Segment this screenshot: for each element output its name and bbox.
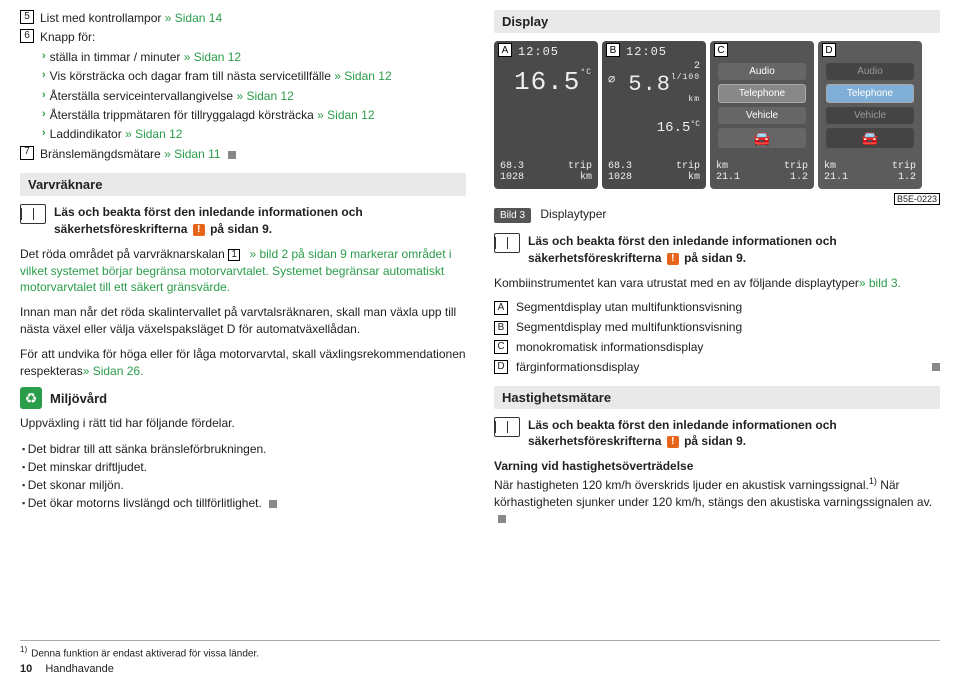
eco-intro: Uppväxling i rätt tid har följande förde… xyxy=(20,415,466,432)
footnote: 1)Denna funktion är endast aktiverad för… xyxy=(20,640,940,659)
chevron-icon: › xyxy=(42,126,46,142)
book-icon xyxy=(494,233,520,253)
menu-audio: Audio xyxy=(826,63,914,80)
fig-link[interactable]: » bild 3. xyxy=(859,276,901,290)
page-link[interactable]: » Sidan 12 xyxy=(236,89,293,103)
warning-icon: ! xyxy=(667,436,679,448)
menu-vehicle: Vehicle xyxy=(718,107,806,124)
page-link[interactable]: » Sidan 12 xyxy=(317,108,374,122)
warning-icon: ! xyxy=(193,224,205,236)
legend-item-7: 7 Bränslemängdsmätare » Sidan 11 xyxy=(20,146,466,163)
bullet: Det skonar miljön. xyxy=(22,476,466,494)
end-marker-icon xyxy=(269,500,277,508)
menu-telephone: Telephone xyxy=(826,84,914,103)
page-link[interactable]: » Sidan 11 xyxy=(164,147,221,161)
display-panel-d: D Audio Telephone Vehicle 🚘 kmtrip 21.11… xyxy=(818,41,922,189)
menu-telephone: Telephone xyxy=(718,84,806,103)
page-link[interactable]: » Sidan 12 xyxy=(125,127,182,141)
page-number: 10 xyxy=(20,663,32,675)
warning-icon: ! xyxy=(667,253,679,265)
chevron-icon: › xyxy=(42,107,46,123)
page-link[interactable]: » Sidan 26. xyxy=(83,364,144,378)
panel-label-d: D xyxy=(822,43,836,57)
end-marker-icon xyxy=(932,363,940,371)
type-label-b: B xyxy=(494,321,508,335)
figure-code: B5E-0223 xyxy=(894,193,940,205)
chevron-icon: › xyxy=(42,49,46,65)
legend-text: List med kontrollampor xyxy=(40,11,161,25)
display-panel-c: C Audio Telephone Vehicle 🚘 kmtrip 21.11… xyxy=(710,41,814,189)
page-link[interactable]: » Sidan 12 xyxy=(334,69,391,83)
end-marker-icon xyxy=(498,515,506,523)
sublist: ›ställa in timmar / minuter » Sidan 12 ›… xyxy=(42,49,466,144)
left-column: 5 List med kontrollampor » Sidan 14 6 Kn… xyxy=(20,10,466,535)
bullet: Det minskar driftljudet. xyxy=(22,458,466,476)
car-icon: 🚘 xyxy=(718,128,806,148)
legend-text: Bränslemängdsmätare xyxy=(40,147,161,161)
chevron-icon: › xyxy=(42,88,46,104)
eco-icon: ♻ xyxy=(20,387,42,409)
bullet-row: Det ökar motorns livslängd och tillförli… xyxy=(20,494,466,512)
legend-text: Knapp för: xyxy=(40,29,466,46)
panel-label-a: A xyxy=(498,43,512,57)
paragraph: Det röda området på varvräknarskalan 1 »… xyxy=(20,246,466,296)
footnote-marker: 1) xyxy=(869,476,877,486)
right-column: Display A 12:05 16.5°C 68.3trip 1028km B… xyxy=(494,10,940,535)
safety-note: Läs och beakta först den inledande infor… xyxy=(494,417,940,451)
legend-num-6: 6 xyxy=(20,29,34,43)
panel-label-c: C xyxy=(714,43,728,57)
book-icon xyxy=(494,417,520,437)
book-icon xyxy=(20,204,46,224)
legend-num-7: 7 xyxy=(20,146,34,160)
speed-warning: Varning vid hastighetsöverträdelse När h… xyxy=(494,458,940,527)
section-varvraknare: Varvräknare xyxy=(20,173,466,196)
figure-display-types: A 12:05 16.5°C 68.3trip 1028km B 12:05 2… xyxy=(494,41,940,189)
paragraph: För att undvika för höga eller för låga … xyxy=(20,346,466,380)
section-display: Display xyxy=(494,10,940,33)
figure-caption: Bild 3 Displaytyper xyxy=(494,207,940,223)
display-panel-b: B 12:05 2 ⌀5.8l/100 km 16.5°C 68.3trip 1… xyxy=(602,41,706,189)
paragraph: Innan man når det röda skalintervallet p… xyxy=(20,304,466,338)
panel-label-b: B xyxy=(606,43,620,57)
eco-heading: ♻ Miljövård xyxy=(20,387,466,409)
page-footer: 10 Handhavande xyxy=(20,663,114,675)
section-hastighetsmatare: Hastighetsmätare xyxy=(494,386,940,409)
safety-note: Läs och beakta först den inledande infor… xyxy=(20,204,466,238)
paragraph: Kombiinstrumentet kan vara utrustat med … xyxy=(494,275,940,292)
section-name: Handhavande xyxy=(45,663,114,675)
legend-num-5: 5 xyxy=(20,10,34,24)
ref-box-1: 1 xyxy=(228,249,240,261)
bullet: Det bidrar till att sänka bränsleförbruk… xyxy=(22,440,466,458)
chevron-icon: › xyxy=(42,68,46,84)
page-link[interactable]: » Sidan 12 xyxy=(184,50,241,64)
menu-audio: Audio xyxy=(718,63,806,80)
menu-vehicle: Vehicle xyxy=(826,107,914,124)
type-label-c: C xyxy=(494,340,508,354)
type-label-a: A xyxy=(494,301,508,315)
safety-note: Läs och beakta först den inledande infor… xyxy=(494,233,940,267)
display-panel-a: A 12:05 16.5°C 68.3trip 1028km xyxy=(494,41,598,189)
car-icon: 🚘 xyxy=(826,128,914,148)
end-marker-icon xyxy=(228,151,236,159)
page-link[interactable]: » Sidan 14 xyxy=(165,11,222,25)
type-label-d: D xyxy=(494,360,508,374)
legend-item-6: 6 Knapp för: xyxy=(20,29,466,46)
legend-item-5: 5 List med kontrollampor » Sidan 14 xyxy=(20,10,466,27)
